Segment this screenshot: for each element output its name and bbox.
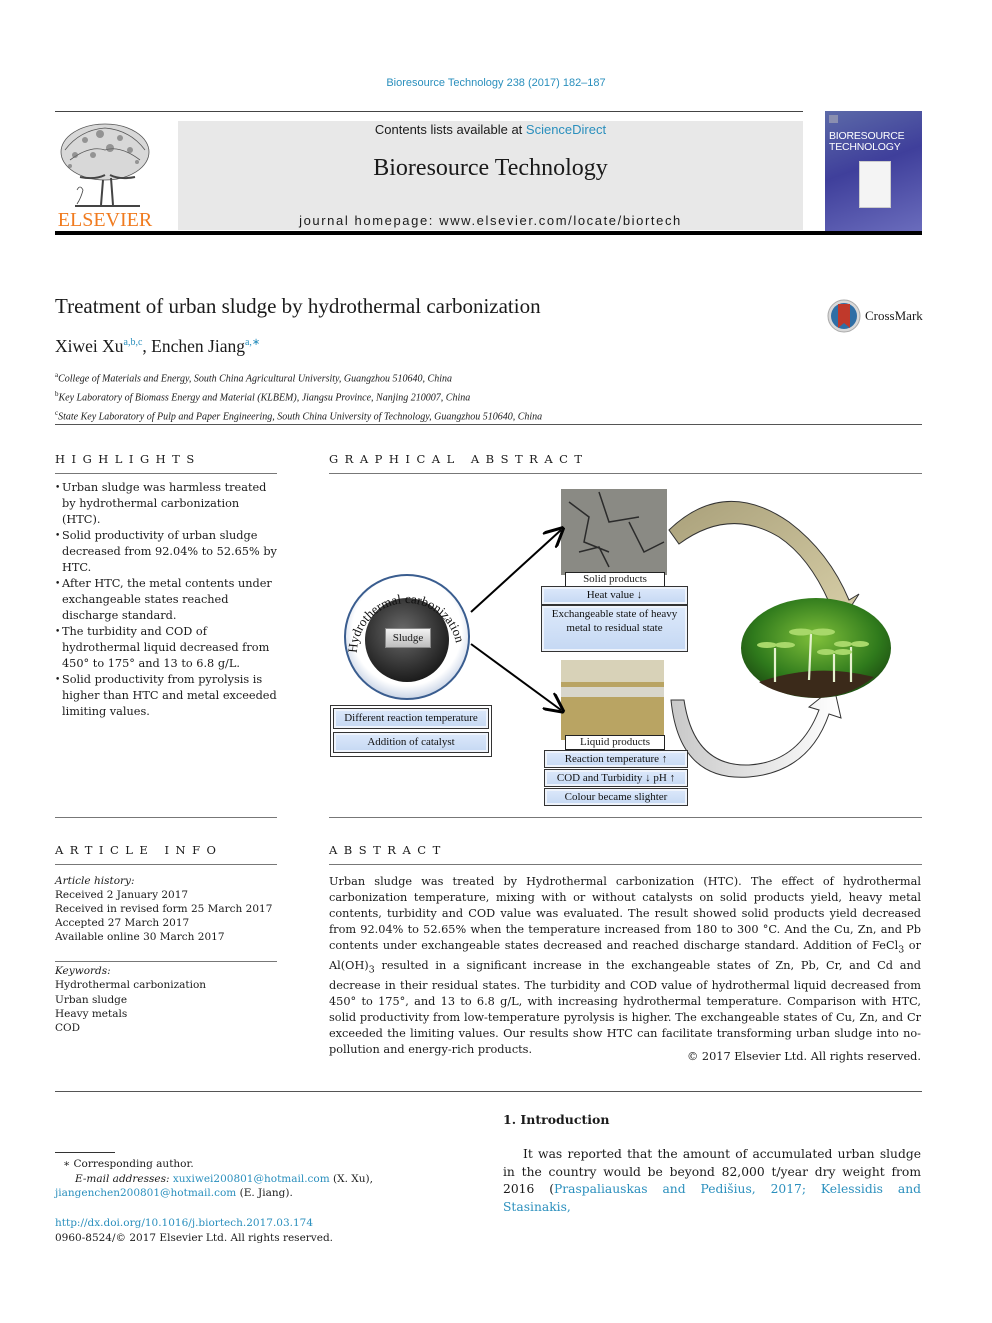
- sciencedirect-link[interactable]: ScienceDirect: [526, 122, 606, 137]
- cover-figure: [859, 161, 891, 208]
- article-history: Article history: Received 2 January 2017…: [55, 874, 272, 944]
- corresponding-author-note: ∗ Corresponding author.: [63, 1158, 194, 1170]
- liquid-effect-box: Colour became slighter: [544, 788, 688, 806]
- author-separator: ,: [142, 336, 152, 356]
- liquid-products-label: Liquid products: [565, 735, 665, 750]
- solid-products-photo: [561, 489, 667, 575]
- graphical-abstract-rule: [329, 473, 922, 474]
- author-name[interactable]: Enchen Jiang: [151, 336, 245, 356]
- article-history-label: Article history:: [55, 875, 135, 887]
- introduction-heading: 1. Introduction: [503, 1112, 610, 1127]
- header-thick-rule: [55, 231, 922, 235]
- abstract-copyright: © 2017 Elsevier Ltd. All rights reserved…: [687, 1050, 921, 1063]
- citation-link[interactable]: Praspaliauskas and Pedišius, 2017; Keles…: [503, 1182, 921, 1214]
- article-info-top-rule: [55, 817, 277, 818]
- affiliation-text: College of Materials and Energy, South C…: [58, 373, 452, 385]
- affiliation-text: State Key Laboratory of Pulp and Paper E…: [58, 410, 543, 422]
- keyword-item: Hydrothermal carbonization: [55, 979, 207, 992]
- keywords: Keywords: Hydrothermal carbonization Urb…: [55, 964, 206, 1035]
- author-affiliation-marks[interactable]: a,b,c: [124, 337, 143, 348]
- email-link[interactable]: xuxiwei200801@hotmail.com: [173, 1173, 330, 1185]
- highlights-rule: [55, 473, 277, 474]
- highlights-heading: HIGHLIGHTS: [55, 452, 201, 466]
- highlight-item: Solid productivity of urban sludge decre…: [55, 528, 281, 576]
- affiliation-text: Key Laboratory of Biomass Energy and Mat…: [58, 392, 471, 404]
- solid-products-label: Solid products: [565, 572, 665, 587]
- contents-line: Contents lists available at ScienceDirec…: [178, 121, 803, 137]
- journal-homepage[interactable]: journal homepage: www.elsevier.com/locat…: [178, 213, 803, 228]
- issn-copyright: 0960-8524/© 2017 Elsevier Ltd. All right…: [55, 1231, 334, 1244]
- email-owner: (E. Jiang).: [236, 1187, 293, 1199]
- cover-title-line2: TECHNOLOGY: [829, 141, 901, 153]
- keywords-label: Keywords:: [55, 965, 111, 977]
- history-item: Received 2 January 2017: [55, 889, 189, 901]
- doi-link[interactable]: http://dx.doi.org/10.1016/j.biortech.201…: [55, 1216, 333, 1231]
- abstract-text: Urban sludge was treated by Hydrothermal…: [329, 874, 921, 1057]
- solid-effect-box: Heat value ↓: [541, 586, 688, 605]
- elsevier-wordmark: ELSEVIER: [57, 209, 153, 231]
- crossmark-button[interactable]: CrossMark: [827, 298, 927, 334]
- condition-box: Different reaction temperature: [333, 708, 489, 729]
- header-rule: [55, 111, 803, 112]
- history-item: Accepted 27 March 2017: [55, 917, 190, 929]
- email-label: E-mail addresses:: [75, 1172, 170, 1185]
- abstract-top-rule: [329, 817, 922, 818]
- cover-title: BIORESOURCE TECHNOLOGY: [829, 131, 918, 153]
- keyword-item: COD: [55, 1022, 81, 1035]
- doi-block: http://dx.doi.org/10.1016/j.biortech.201…: [55, 1216, 333, 1245]
- highlight-item: After HTC, the metal contents under exch…: [55, 576, 281, 624]
- highlights-list: Urban sludge was harmless treated by hyd…: [55, 480, 281, 720]
- journal-name: Bioresource Technology: [373, 155, 608, 181]
- elsevier-logo[interactable]: ELSEVIER: [55, 120, 155, 232]
- journal-cover-thumbnail[interactable]: BIORESOURCE TECHNOLOGY: [825, 111, 922, 231]
- front-matter-rule: [55, 1091, 922, 1092]
- journal-banner: Contents lists available at ScienceDirec…: [178, 121, 803, 230]
- abstract-heading: ABSTRACT: [329, 843, 447, 857]
- journal-citation-link[interactable]: Bioresource Technology 238 (2017) 182–18…: [0, 77, 992, 89]
- affiliation-item: bKey Laboratory of Biomass Energy and Ma…: [55, 387, 542, 406]
- liquid-effect-box: COD and Turbidity ↓ pH ↑: [544, 769, 688, 787]
- graphical-abstract-figure: Hydrothermal carbonization Sludge Differ…: [329, 482, 929, 812]
- elsevier-tree-icon: [60, 123, 150, 207]
- contents-prefix: Contents lists available at: [374, 122, 526, 137]
- affiliation-item: cState Key Laboratory of Pulp and Paper …: [55, 406, 542, 425]
- crossmark-label: CrossMark: [865, 308, 923, 323]
- liquid-effect-box: Reaction temperature ↑: [544, 750, 688, 768]
- author-list: Xiwei Xua,b,c, Enchen Jianga,∗: [55, 336, 260, 357]
- keywords-rule: [55, 961, 277, 962]
- affiliations: aCollege of Materials and Energy, South …: [55, 368, 542, 424]
- crossmark-icon: [827, 299, 861, 333]
- keyword-item: Heavy metals: [55, 1007, 128, 1020]
- article-info-heading: ARTICLE INFO: [55, 843, 223, 857]
- footnote: ∗ Corresponding author. E-mail addresses…: [55, 1157, 475, 1201]
- history-item: Received in revised form 25 March 2017: [55, 903, 273, 915]
- affiliation-item: aCollege of Materials and Energy, South …: [55, 368, 542, 387]
- article-title: Treatment of urban sludge by hydrotherma…: [55, 294, 541, 318]
- email-link[interactable]: jiangenchen200801@hotmail.com: [55, 1187, 236, 1199]
- keyword-item: Urban sludge: [55, 993, 128, 1006]
- abstract-text-part: Urban sludge was treated by Hydrothermal…: [329, 875, 921, 952]
- condition-box: Addition of catalyst: [333, 732, 489, 753]
- curved-arrow-liquid-icon: [670, 686, 842, 778]
- sludge-label: Sludge: [385, 628, 431, 648]
- cover-publisher-mark: [829, 115, 838, 123]
- article-info-rule: [55, 864, 277, 865]
- affiliation-rule: [55, 424, 922, 425]
- graphical-abstract-heading: GRAPHICAL ABSTRACT: [329, 452, 589, 466]
- author-affiliation-marks[interactable]: a,∗: [245, 337, 260, 348]
- abstract-text-part: resulted in a significant increase in th…: [329, 958, 921, 1056]
- footnote-rule: [55, 1152, 115, 1153]
- highlight-item: Solid productivity from pyrolysis is hig…: [55, 672, 281, 720]
- abstract-rule: [329, 864, 922, 865]
- author-name[interactable]: Xiwei Xu: [55, 336, 124, 356]
- highlight-item: The turbidity and COD of hydrothermal li…: [55, 624, 281, 672]
- highlight-item: Urban sludge was harmless treated by hyd…: [55, 480, 281, 528]
- solid-effect-box: Exchangeable state of heavy metal to res…: [541, 605, 688, 652]
- history-item: Available online 30 March 2017: [55, 931, 225, 943]
- email-owner: (X. Xu),: [329, 1172, 373, 1185]
- introduction-text: It was reported that the amount of accum…: [503, 1146, 921, 1216]
